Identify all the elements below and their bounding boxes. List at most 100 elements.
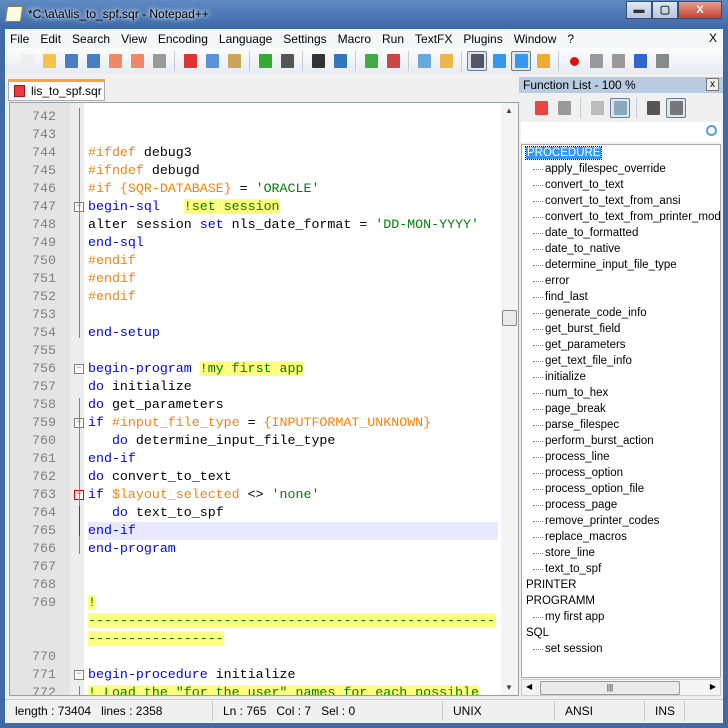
code-editor[interactable]: 742 743 744 #ifdef debug3 745 #ifndef debugd 7… (9, 102, 519, 696)
code-line[interactable]: 748 alter session set nls_date_format = '… (10, 216, 498, 234)
menu-file[interactable]: File (5, 32, 35, 46)
tree-function-item[interactable]: page_break (522, 401, 720, 417)
menu-view[interactable]: View (116, 32, 153, 46)
close-panel-button[interactable]: x (706, 78, 719, 91)
close-document-button[interactable]: X (709, 31, 717, 45)
tree-function-item[interactable]: get_parameters (522, 337, 720, 353)
scroll-right-arrow-icon[interactable]: ▶ (710, 682, 716, 691)
save-button[interactable] (61, 51, 81, 71)
menu-textfx[interactable]: TextFX (410, 32, 458, 46)
menu-run[interactable]: Run (377, 32, 410, 46)
code-line[interactable]: ----------------- (10, 630, 498, 648)
tree-function-item[interactable]: get_text_file_info (522, 353, 720, 369)
menu-window[interactable]: Window (509, 32, 563, 46)
sync-v-button[interactable] (414, 51, 434, 71)
tree-function-item[interactable]: error (522, 273, 720, 289)
code-line[interactable]: 772 ! Load the "for the user" names for e… (10, 684, 498, 695)
code-line[interactable]: 754 end-setup (10, 324, 498, 342)
tree-function-item[interactable]: text_to_spf (522, 561, 720, 577)
code-line[interactable]: 771 − begin-procedure initialize (10, 666, 498, 684)
horizontal-scrollbar[interactable]: ◀ ||| ▶ (521, 679, 721, 696)
code-line[interactable]: 753 (10, 306, 498, 324)
close-button[interactable] (105, 51, 125, 71)
tree-group[interactable]: PROCEDURE (522, 145, 720, 161)
code-line[interactable]: 768 (10, 576, 498, 594)
save-all-button[interactable] (83, 51, 103, 71)
menu-plugins[interactable]: Plugins (458, 32, 508, 46)
code-line[interactable]: 751 #endif (10, 270, 498, 288)
tree-function-item[interactable]: replace_macros (522, 529, 720, 545)
code-line[interactable]: 769! (10, 594, 498, 612)
code-line[interactable]: 747−begin-sql !set session (10, 198, 498, 216)
hscroll-thumb[interactable]: ||| (540, 681, 680, 695)
menu-edit[interactable]: Edit (35, 32, 67, 46)
tree-function-item[interactable]: convert_to_text_from_ansi (522, 193, 720, 209)
tree-function-item[interactable]: process_option (522, 465, 720, 481)
status-insert-mode[interactable]: INS (645, 700, 685, 721)
code-line[interactable]: ----------------------------------------… (10, 612, 498, 630)
tree-view-button[interactable] (666, 98, 686, 118)
tree-function-item[interactable]: process_option_file (522, 481, 720, 497)
print-button[interactable] (149, 51, 169, 71)
tree-function-item[interactable]: remove_printer_codes (522, 513, 720, 529)
cut-button[interactable] (180, 51, 200, 71)
function-search-input[interactable] (521, 122, 721, 142)
scroll-left-arrow-icon[interactable]: ◀ (526, 682, 532, 691)
code-line[interactable]: 756 − begin-program !my first app (10, 360, 498, 378)
code-line[interactable]: 765 end-if (10, 522, 498, 540)
new-button[interactable] (17, 51, 37, 71)
tree-function-item[interactable]: set session (522, 641, 720, 657)
tree-function-item[interactable]: initialize (522, 369, 720, 385)
menu-encoding[interactable]: Encoding (153, 32, 214, 46)
tree-function-item[interactable]: convert_to_text (522, 177, 720, 193)
tree-function-item[interactable]: find_last (522, 289, 720, 305)
sync-h-button[interactable] (436, 51, 456, 71)
code-line[interactable]: 762 do convert_to_text (10, 468, 498, 486)
tree-function-item[interactable]: store_line (522, 545, 720, 561)
scroll-thumb[interactable] (502, 310, 517, 326)
close-window-button[interactable]: X (678, 1, 722, 19)
tree-function-item[interactable]: determine_input_file_type (522, 257, 720, 273)
vertical-scrollbar[interactable]: ▲ ▼ (501, 103, 518, 695)
code-line[interactable]: 758 do get_parameters (10, 396, 498, 414)
tree-function-item[interactable]: date_to_formatted (522, 225, 720, 241)
tree-function-item[interactable]: apply_filespec_override (522, 161, 720, 177)
copy-button[interactable] (202, 51, 222, 71)
code-line[interactable]: 744 #ifdef debug3 (10, 144, 498, 162)
code-line[interactable]: 770 (10, 648, 498, 666)
reload-button[interactable] (554, 98, 574, 118)
close-all-button[interactable] (127, 51, 147, 71)
menu-language[interactable]: Language (214, 32, 278, 46)
minimize-button[interactable]: ▬ (626, 1, 652, 19)
indent-guide-button[interactable] (511, 51, 531, 71)
code-line[interactable]: 757 do initialize (10, 378, 498, 396)
zoom-out-button[interactable] (383, 51, 403, 71)
menu-help[interactable]: ? (562, 32, 580, 46)
sort-default-button[interactable] (587, 98, 607, 118)
replace-button[interactable] (330, 51, 350, 71)
open-button[interactable] (39, 51, 59, 71)
word-wrap-button[interactable] (467, 51, 487, 71)
maximize-button[interactable]: ▢ (652, 1, 678, 19)
code-line[interactable]: 759−if #input_file_type = {INPUTFORMAT_U… (10, 414, 498, 432)
menu-search[interactable]: Search (67, 32, 116, 46)
redo-button[interactable] (277, 51, 297, 71)
code-line[interactable]: 760 do determine_input_file_type (10, 432, 498, 450)
tree-function-item[interactable]: process_line (522, 449, 720, 465)
play-macro-button[interactable] (608, 51, 628, 71)
code-line[interactable]: 743 (10, 126, 498, 144)
tree-group[interactable]: PRINTER (522, 577, 720, 593)
zoom-in-button[interactable] (361, 51, 381, 71)
tree-function-item[interactable]: date_to_native (522, 241, 720, 257)
tree-group[interactable]: PROGRAMM (522, 593, 720, 609)
code-line[interactable]: 745 #ifndef debugd (10, 162, 498, 180)
code-line[interactable]: 761 end-if (10, 450, 498, 468)
status-encoding[interactable]: ANSI (555, 700, 645, 721)
menu-macro[interactable]: Macro (333, 32, 377, 46)
list-view-button[interactable] (643, 98, 663, 118)
code-line[interactable]: 767 (10, 558, 498, 576)
tree-function-item[interactable]: my first app (522, 609, 720, 625)
undo-button[interactable] (255, 51, 275, 71)
code-line[interactable]: 742 (10, 108, 498, 126)
code-line[interactable]: 764 do text_to_spf (10, 504, 498, 522)
